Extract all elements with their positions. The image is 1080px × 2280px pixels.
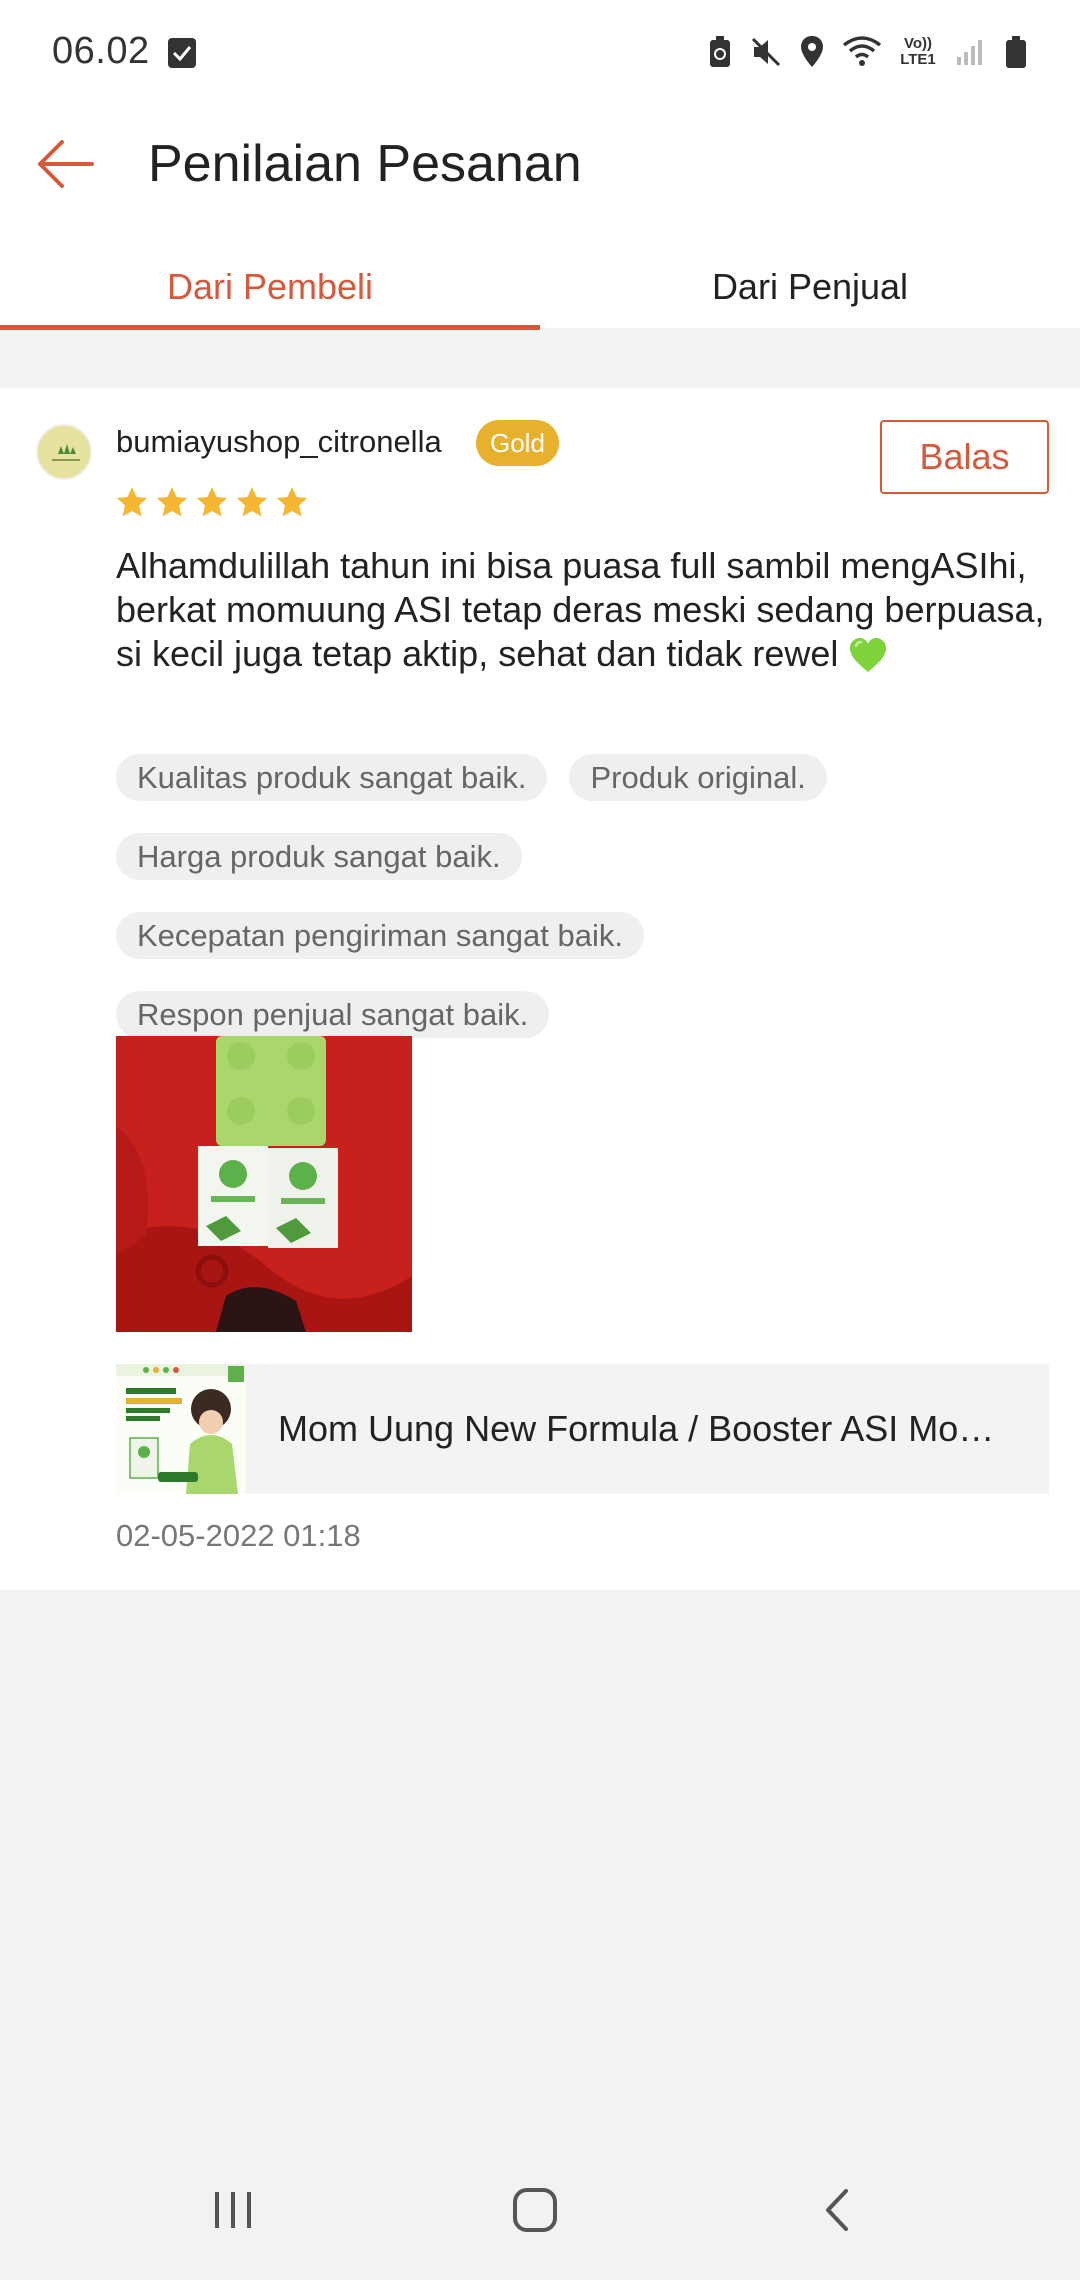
reply-button[interactable]: Balas — [880, 420, 1049, 494]
star-icon — [197, 487, 227, 517]
page-title: Penilaian Pesanan — [148, 135, 582, 193]
review-tag: Harga produk sangat baik. — [116, 833, 522, 880]
product-name: Mom Uung New Formula / Booster ASI Mo… — [278, 1408, 995, 1449]
recent-apps-icon — [215, 2192, 251, 2228]
review-photo-image — [116, 1036, 412, 1332]
review-tag: Kualitas produk sangat baik. — [116, 754, 548, 801]
star-icon — [117, 487, 147, 517]
star-icon — [277, 487, 307, 517]
review-tags: Kualitas produk sangat baik. Produk orig… — [116, 754, 1056, 1038]
back-nav-button[interactable] — [807, 2180, 867, 2240]
review-photo[interactable] — [116, 1036, 412, 1332]
review-tag: Respon penjual sangat baik. — [116, 991, 550, 1038]
status-bar: 06.02 Vo)) LTE1 — [0, 0, 1080, 108]
review-tag: Kecepatan pengiriman sangat baik. — [116, 912, 644, 959]
back-arrow-icon — [38, 140, 94, 188]
review-date: 02-05-2022 01:18 — [116, 1518, 361, 1553]
tab-from-seller[interactable]: Dari Penjual — [540, 236, 1080, 330]
tab-from-buyer[interactable]: Dari Pembeli — [0, 236, 540, 330]
product-link[interactable]: Mom Uung New Formula / Booster ASI Mo… — [116, 1364, 1049, 1494]
home-icon — [513, 2188, 557, 2232]
signal-icon — [954, 34, 986, 70]
checkbox-notification-icon — [168, 38, 196, 68]
product-thumbnail — [116, 1364, 246, 1494]
avatar[interactable] — [36, 424, 92, 480]
screen: 06.02 Vo)) LTE1 Penilaian Pesanan Dari P… — [0, 0, 1080, 2280]
star-icon — [237, 487, 267, 517]
reviewer-username: bumiayushop_citronella — [116, 424, 442, 459]
review-text: Alhamdulillah tahun ini bisa puasa full … — [116, 544, 1056, 676]
volte-indicator: Vo)) LTE1 — [900, 35, 936, 68]
chevron-left-icon — [826, 2189, 848, 2231]
battery-icon — [1000, 34, 1032, 70]
location-icon — [796, 34, 828, 70]
review-tag: Produk original. — [569, 754, 827, 801]
status-icons: Vo)) LTE1 — [704, 34, 1032, 70]
app-header: Penilaian Pesanan Dari Pembeli Dari Penj… — [0, 108, 1080, 330]
star-icon — [157, 487, 187, 517]
status-time: 06.02 — [52, 30, 150, 72]
review-body: Alhamdulillah tahun ini bisa puasa full … — [116, 545, 1045, 674]
wifi-icon — [842, 34, 882, 70]
battery-saver-icon — [704, 34, 736, 70]
green-heart-icon — [850, 638, 887, 673]
tab-bar: Dari Pembeli Dari Penjual — [0, 236, 1080, 330]
mute-icon — [750, 34, 782, 70]
rating-stars — [116, 486, 308, 518]
review-card: bumiayushop_citronella Gold Balas Alhamd… — [0, 388, 1080, 1590]
member-badge: Gold — [476, 420, 559, 466]
back-button[interactable] — [32, 130, 100, 198]
system-nav-bar — [0, 2140, 1080, 2280]
product-thumbnail-image — [116, 1364, 246, 1494]
shop-logo-icon — [38, 426, 90, 478]
home-button[interactable] — [505, 2180, 565, 2240]
recent-apps-button[interactable] — [203, 2180, 263, 2240]
